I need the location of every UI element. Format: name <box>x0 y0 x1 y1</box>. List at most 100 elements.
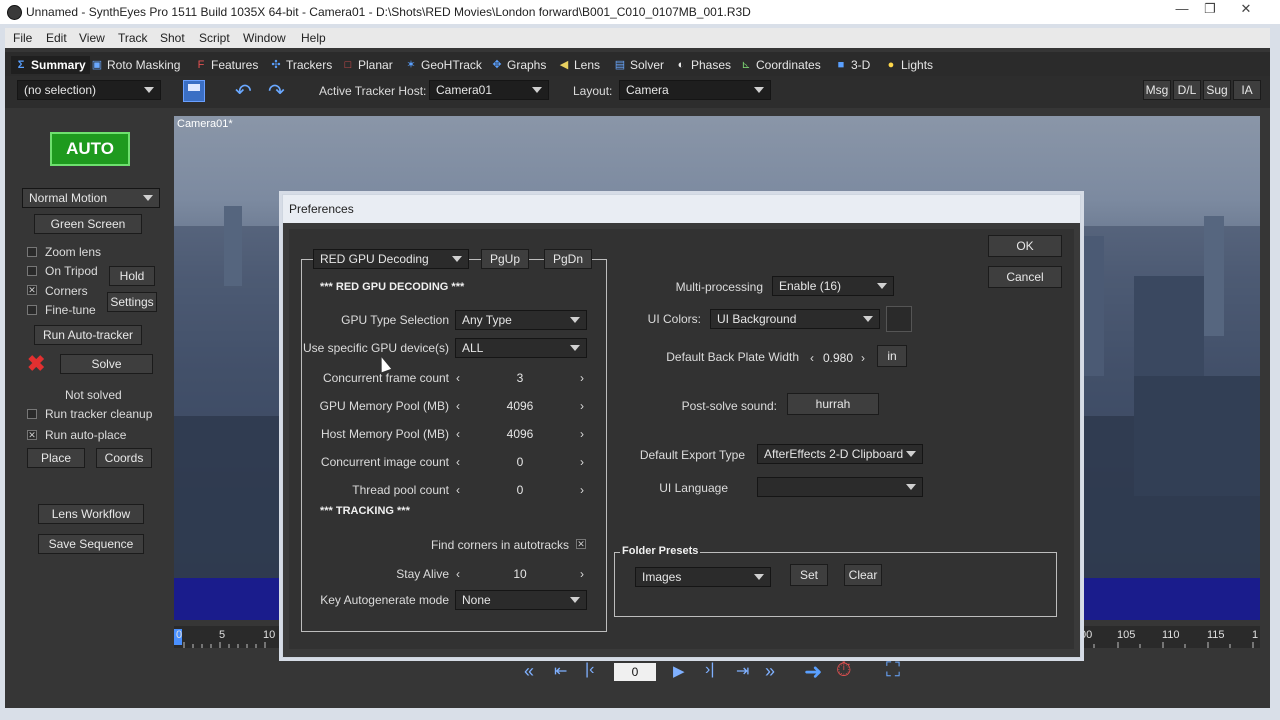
increment-icon[interactable]: › <box>580 371 584 385</box>
gpu-device-dropdown[interactable]: ALL <box>455 338 587 358</box>
back-plate-width-value[interactable]: 0.980 <box>819 351 857 365</box>
sug-button[interactable]: Sug <box>1203 80 1231 100</box>
key-autogenerate-dropdown[interactable]: None <box>455 590 587 610</box>
step-back-icon[interactable]: |‹ <box>585 661 594 679</box>
motion-dropdown[interactable]: Normal Motion <box>22 188 160 208</box>
settings-button[interactable]: Settings <box>107 292 157 312</box>
default-export-type-dropdown[interactable]: AfterEffects 2-D Clipboard <box>757 444 923 464</box>
go-to-end-icon[interactable]: ⇥ <box>736 661 749 681</box>
tab-graphs[interactable]: ✥ Graphs <box>491 56 546 74</box>
corners-checkbox[interactable]: ✕ <box>27 285 37 295</box>
concurrent-frame-value[interactable]: 3 <box>490 371 550 385</box>
tab-features[interactable]: F Features <box>195 56 259 74</box>
menu-track[interactable]: Track <box>118 31 148 45</box>
hold-button[interactable]: Hold <box>109 266 155 286</box>
ui-color-swatch[interactable] <box>886 306 912 332</box>
thread-pool-value[interactable]: 0 <box>490 483 550 497</box>
ui-colors-dropdown[interactable]: UI Background <box>710 309 880 329</box>
decrement-icon[interactable]: ‹ <box>456 371 460 385</box>
frame-number-field[interactable]: 0 <box>614 663 656 681</box>
fast-forward-icon[interactable]: » <box>765 661 775 682</box>
menu-edit[interactable]: Edit <box>46 31 67 45</box>
run-auto-place-checkbox[interactable]: ✕ <box>27 430 37 440</box>
tab-coordinates[interactable]: ⊾ Coordinates <box>740 56 820 74</box>
increment-icon[interactable]: › <box>580 483 584 497</box>
place-button[interactable]: Place <box>27 448 85 468</box>
save-sequence-button[interactable]: Save Sequence <box>38 534 144 554</box>
multiprocessing-dropdown[interactable]: Enable (16) <box>772 276 894 296</box>
redo-icon[interactable]: ↷ <box>268 79 285 104</box>
menu-script[interactable]: Script <box>199 31 230 45</box>
increment-icon[interactable]: › <box>580 399 584 413</box>
close-button[interactable]: ✕ <box>1230 0 1262 20</box>
decrement-icon[interactable]: ‹ <box>456 567 460 581</box>
find-corners-checkbox[interactable]: ✕ <box>576 539 586 549</box>
fit-frame-icon[interactable]: ⛶ <box>886 659 900 682</box>
go-to-start-icon[interactable]: ⇤ <box>554 661 567 681</box>
increment-icon[interactable]: › <box>580 567 584 581</box>
tab-lens[interactable]: ◀ Lens <box>558 56 600 74</box>
rewind-icon[interactable]: « <box>524 661 534 682</box>
tab-phases[interactable]: ◐ Phases <box>675 56 731 74</box>
menu-help[interactable]: Help <box>301 31 326 45</box>
clear-folder-button[interactable]: Clear <box>844 564 882 586</box>
green-screen-button[interactable]: Green Screen <box>34 214 142 234</box>
run-auto-tracker-button[interactable]: Run Auto-tracker <box>34 325 142 345</box>
menu-shot[interactable]: Shot <box>160 31 185 45</box>
solve-button[interactable]: Solve <box>60 354 153 374</box>
gpu-type-dropdown[interactable]: Any Type <box>455 310 587 330</box>
decrement-icon[interactable]: ‹ <box>456 427 460 441</box>
lens-workflow-button[interactable]: Lens Workflow <box>38 504 144 524</box>
step-forward-icon[interactable]: ›| <box>705 661 714 679</box>
decrement-icon[interactable]: ‹ <box>810 351 814 365</box>
host-memory-pool-value[interactable]: 4096 <box>490 427 550 441</box>
tab-solver[interactable]: ▤ Solver <box>614 56 664 74</box>
post-solve-sound-button[interactable]: hurrah <box>787 393 879 415</box>
selection-dropdown[interactable]: (no selection) <box>17 80 161 100</box>
tab-3d[interactable]: ■ 3-D <box>835 56 871 74</box>
tab-planar[interactable]: □ Planar <box>342 56 393 74</box>
increment-icon[interactable]: › <box>861 351 865 365</box>
playback-speed-clock-icon[interactable]: ⏱ <box>836 659 852 682</box>
coords-button[interactable]: Coords <box>96 448 152 468</box>
stay-alive-value[interactable]: 10 <box>490 567 550 581</box>
active-tracker-host-dropdown[interactable]: Camera01 <box>429 80 549 100</box>
tab-lights[interactable]: ● Lights <box>885 56 933 74</box>
section-dropdown[interactable]: RED GPU Decoding <box>313 249 469 269</box>
decrement-icon[interactable]: ‹ <box>456 399 460 413</box>
fine-tune-checkbox[interactable] <box>27 305 37 315</box>
tab-roto-masking[interactable]: ▣ Roto Masking <box>91 56 181 74</box>
tab-geohtrack[interactable]: ✶ GeoHTrack <box>405 56 482 74</box>
run-tracker-cleanup-checkbox[interactable] <box>27 409 37 419</box>
tab-summary[interactable]: Σ Summary <box>11 56 90 74</box>
gpu-memory-pool-value[interactable]: 4096 <box>490 399 550 413</box>
menu-file[interactable]: File <box>13 31 32 45</box>
back-plate-unit-button[interactable]: in <box>877 345 907 367</box>
increment-icon[interactable]: › <box>580 455 584 469</box>
ia-button[interactable]: IA <box>1233 80 1261 100</box>
concurrent-image-value[interactable]: 0 <box>490 455 550 469</box>
save-icon[interactable] <box>183 80 205 102</box>
menu-view[interactable]: View <box>79 31 105 45</box>
decrement-icon[interactable]: ‹ <box>456 483 460 497</box>
set-folder-button[interactable]: Set <box>790 564 828 586</box>
menu-window[interactable]: Window <box>243 31 286 45</box>
ok-button[interactable]: OK <box>988 235 1062 257</box>
cancel-button[interactable]: Cancel <box>988 266 1062 288</box>
increment-icon[interactable]: › <box>580 427 584 441</box>
msg-button[interactable]: Msg <box>1143 80 1171 100</box>
undo-icon[interactable]: ↶ <box>235 79 252 104</box>
pgup-button[interactable]: PgUp <box>481 249 529 269</box>
layout-dropdown[interactable]: Camera <box>619 80 771 100</box>
play-icon[interactable]: ▶ <box>673 662 685 680</box>
ui-language-dropdown[interactable] <box>757 477 923 497</box>
dl-button[interactable]: D/L <box>1173 80 1201 100</box>
on-tripod-checkbox[interactable] <box>27 266 37 276</box>
decrement-icon[interactable]: ‹ <box>456 455 460 469</box>
pgdn-button[interactable]: PgDn <box>544 249 592 269</box>
auto-button[interactable]: AUTO <box>50 132 130 166</box>
zoom-lens-checkbox[interactable] <box>27 247 37 257</box>
folder-preset-dropdown[interactable]: Images <box>635 567 771 587</box>
maximize-button[interactable]: ❐ <box>1194 0 1226 20</box>
tab-trackers[interactable]: ✣ Trackers <box>270 56 332 74</box>
